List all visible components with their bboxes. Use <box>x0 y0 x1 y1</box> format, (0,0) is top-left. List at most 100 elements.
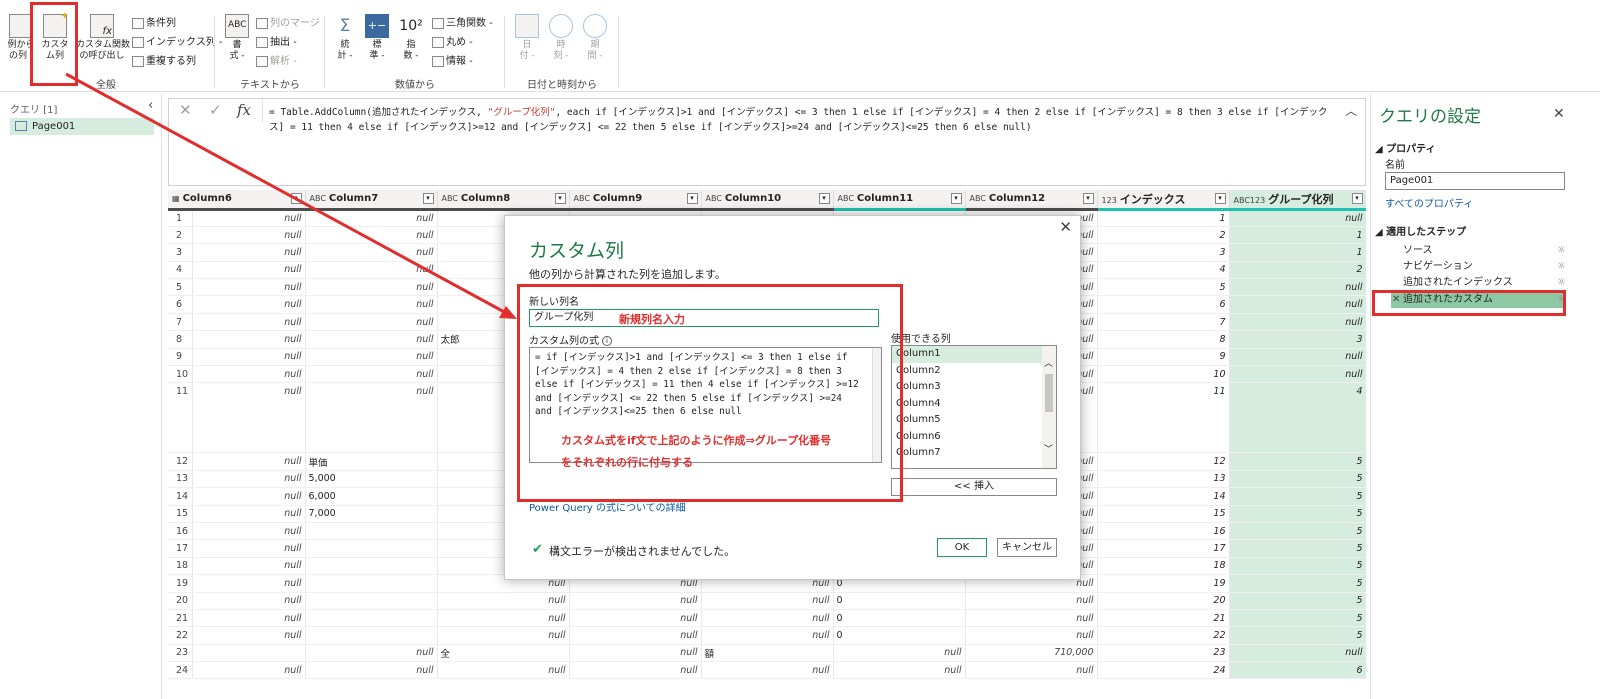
cell-c9[interactable]: null <box>569 592 702 610</box>
time-button[interactable]: 時 刻 - <box>546 14 576 62</box>
row-number[interactable]: 5 <box>168 278 193 297</box>
cell-grp[interactable]: 5 <box>1229 487 1366 506</box>
column-header-group[interactable]: ABC123 グループ化列 ▾ <box>1229 190 1366 211</box>
index-column-button[interactable]: インデックス列 - <box>132 34 223 52</box>
merge-columns-button[interactable]: 列のマージ <box>256 15 320 33</box>
cell-c7[interactable]: null <box>305 348 438 367</box>
cell-c8[interactable]: null <box>437 609 570 628</box>
filter-dropdown-icon[interactable]: ▾ <box>290 193 302 204</box>
cell-c6[interactable]: null <box>192 452 306 471</box>
cell-c9[interactable]: null <box>569 661 702 680</box>
filter-dropdown-icon[interactable]: ▾ <box>950 193 962 204</box>
learn-formulas-link[interactable]: Power Query の式についての詳細 <box>529 499 686 514</box>
step-navigation[interactable]: ナビゲーション ☼ <box>1391 259 1566 275</box>
cell-c10[interactable]: null <box>701 661 834 680</box>
cell-c10[interactable]: null <box>701 626 834 645</box>
filter-dropdown-icon[interactable]: ▾ <box>1214 193 1226 204</box>
filter-dropdown-icon[interactable]: ▾ <box>1082 193 1094 204</box>
trigonometry-button[interactable]: 三角関数 - <box>432 15 493 33</box>
column-header-column9[interactable]: ABC Column9 ▾ <box>569 190 702 211</box>
cell-grp[interactable]: 5 <box>1229 557 1366 576</box>
scroll-down-icon[interactable]: ﹀ <box>1044 442 1053 455</box>
cell-c6[interactable]: null <box>192 522 306 541</box>
table-row[interactable]: 24 null null null null null null null 24 6 <box>168 661 1366 680</box>
cell-c6[interactable]: null <box>192 209 306 227</box>
cell-c10[interactable]: null <box>701 592 834 610</box>
cell-grp[interactable]: 6 <box>1229 661 1366 680</box>
cell-c12[interactable]: null <box>965 592 1098 610</box>
row-number[interactable]: 11 <box>168 382 193 454</box>
cell-idx[interactable]: 1 <box>1097 209 1230 227</box>
cell-grp[interactable]: 5 <box>1229 505 1366 523</box>
cancel-button[interactable]: キャンセル <box>997 538 1057 557</box>
column-header-column7[interactable]: ABC Column7 ▾ <box>305 190 438 211</box>
column-header-column8[interactable]: ABC Column8 ▾ <box>437 190 570 211</box>
cell-c7[interactable] <box>305 557 438 576</box>
cell-c7[interactable]: null <box>305 365 438 384</box>
cell-grp[interactable]: 5 <box>1229 470 1366 489</box>
duplicate-column-button[interactable]: 重複する列 <box>132 53 196 71</box>
collapse-chevron-icon[interactable]: ‹ <box>148 98 153 113</box>
close-icon[interactable]: ✕ <box>1553 106 1565 122</box>
cell-grp[interactable]: null <box>1229 348 1366 367</box>
column-header-index[interactable]: 123 インデックス ▾ <box>1097 190 1230 211</box>
cell-c12[interactable]: null <box>965 661 1098 680</box>
step-added-custom[interactable]: ✕ 追加されたカスタム ☼ <box>1391 292 1566 308</box>
row-number[interactable]: 1 <box>168 209 193 227</box>
row-number[interactable]: 16 <box>168 522 193 541</box>
cell-idx[interactable]: 22 <box>1097 626 1230 645</box>
cell-c9[interactable]: null <box>569 609 702 628</box>
cell-grp[interactable]: null <box>1229 644 1366 663</box>
cell-c11[interactable]: null <box>833 644 966 663</box>
cell-c6[interactable]: null <box>192 330 306 349</box>
cell-grp[interactable]: 1 <box>1229 243 1366 262</box>
cell-idx[interactable]: 9 <box>1097 348 1230 367</box>
cell-c6[interactable]: null <box>192 574 306 593</box>
invoke-custom-function-button[interactable]: fx カスタム関数 の呼び出し <box>76 14 130 62</box>
scientific-button[interactable]: 10² 指 数 - <box>396 14 426 62</box>
cell-c7[interactable]: 単価 <box>305 452 438 471</box>
cell-c6[interactable]: null <box>192 487 306 506</box>
row-number[interactable]: 4 <box>168 261 193 280</box>
cell-c11[interactable]: 0 <box>833 592 966 610</box>
formula-text[interactable]: = Table.AddColumn(追加されたインデックス, "グループ化列",… <box>269 105 1341 135</box>
cell-c6[interactable]: null <box>192 539 306 558</box>
conditional-column-button[interactable]: 条件列 <box>132 15 176 33</box>
cell-c7[interactable]: null <box>305 243 438 262</box>
row-number[interactable]: 12 <box>168 452 193 471</box>
date-button[interactable]: 日 付 - <box>512 14 542 62</box>
collapse-formula-icon[interactable]: ︿ <box>1345 102 1357 119</box>
row-number[interactable]: 13 <box>168 470 193 489</box>
cell-c7[interactable]: 6,000 <box>305 487 438 506</box>
cell-c7[interactable] <box>305 574 438 593</box>
column-from-examples-button[interactable]: 例から の列 - <box>6 14 36 62</box>
cell-grp[interactable]: 5 <box>1229 609 1366 628</box>
table-row[interactable]: 23 null 全 null 額 null 710,000 23 null <box>168 644 1366 663</box>
cell-grp[interactable]: null <box>1229 295 1366 314</box>
cell-grp[interactable]: 1 <box>1229 226 1366 245</box>
cell-c7[interactable]: null <box>305 209 438 227</box>
available-column-item[interactable]: Column5 <box>892 412 1056 429</box>
cell-idx[interactable]: 2 <box>1097 226 1230 245</box>
applied-steps-header[interactable]: ◢ 適用したステップ <box>1375 223 1466 238</box>
cell-c7[interactable]: null <box>305 661 438 680</box>
cell-c7[interactable] <box>305 522 438 541</box>
row-number[interactable]: 20 <box>168 592 193 610</box>
filter-dropdown-icon[interactable]: ▾ <box>422 193 434 204</box>
cell-idx[interactable]: 16 <box>1097 522 1230 541</box>
cell-c12[interactable]: null <box>965 609 1098 628</box>
cell-c11[interactable]: 0 <box>833 609 966 628</box>
cell-c7[interactable]: null <box>305 226 438 245</box>
cell-c7[interactable] <box>305 539 438 558</box>
standard-button[interactable]: +− 標 準 - <box>362 14 392 62</box>
row-number[interactable]: 3 <box>168 243 193 262</box>
table-row[interactable]: 22 null null null null 0 null 22 5 <box>168 626 1366 645</box>
row-number[interactable]: 10 <box>168 365 193 384</box>
cell-idx[interactable]: 12 <box>1097 452 1230 471</box>
gear-icon[interactable]: ☼ <box>1557 292 1566 308</box>
cell-c11[interactable]: null <box>833 661 966 680</box>
row-number[interactable]: 22 <box>168 626 193 645</box>
cell-idx[interactable]: 10 <box>1097 365 1230 384</box>
column-header-column11[interactable]: ABC Column11 ▾ <box>833 190 966 211</box>
cell-c8[interactable]: 全 <box>437 644 570 663</box>
